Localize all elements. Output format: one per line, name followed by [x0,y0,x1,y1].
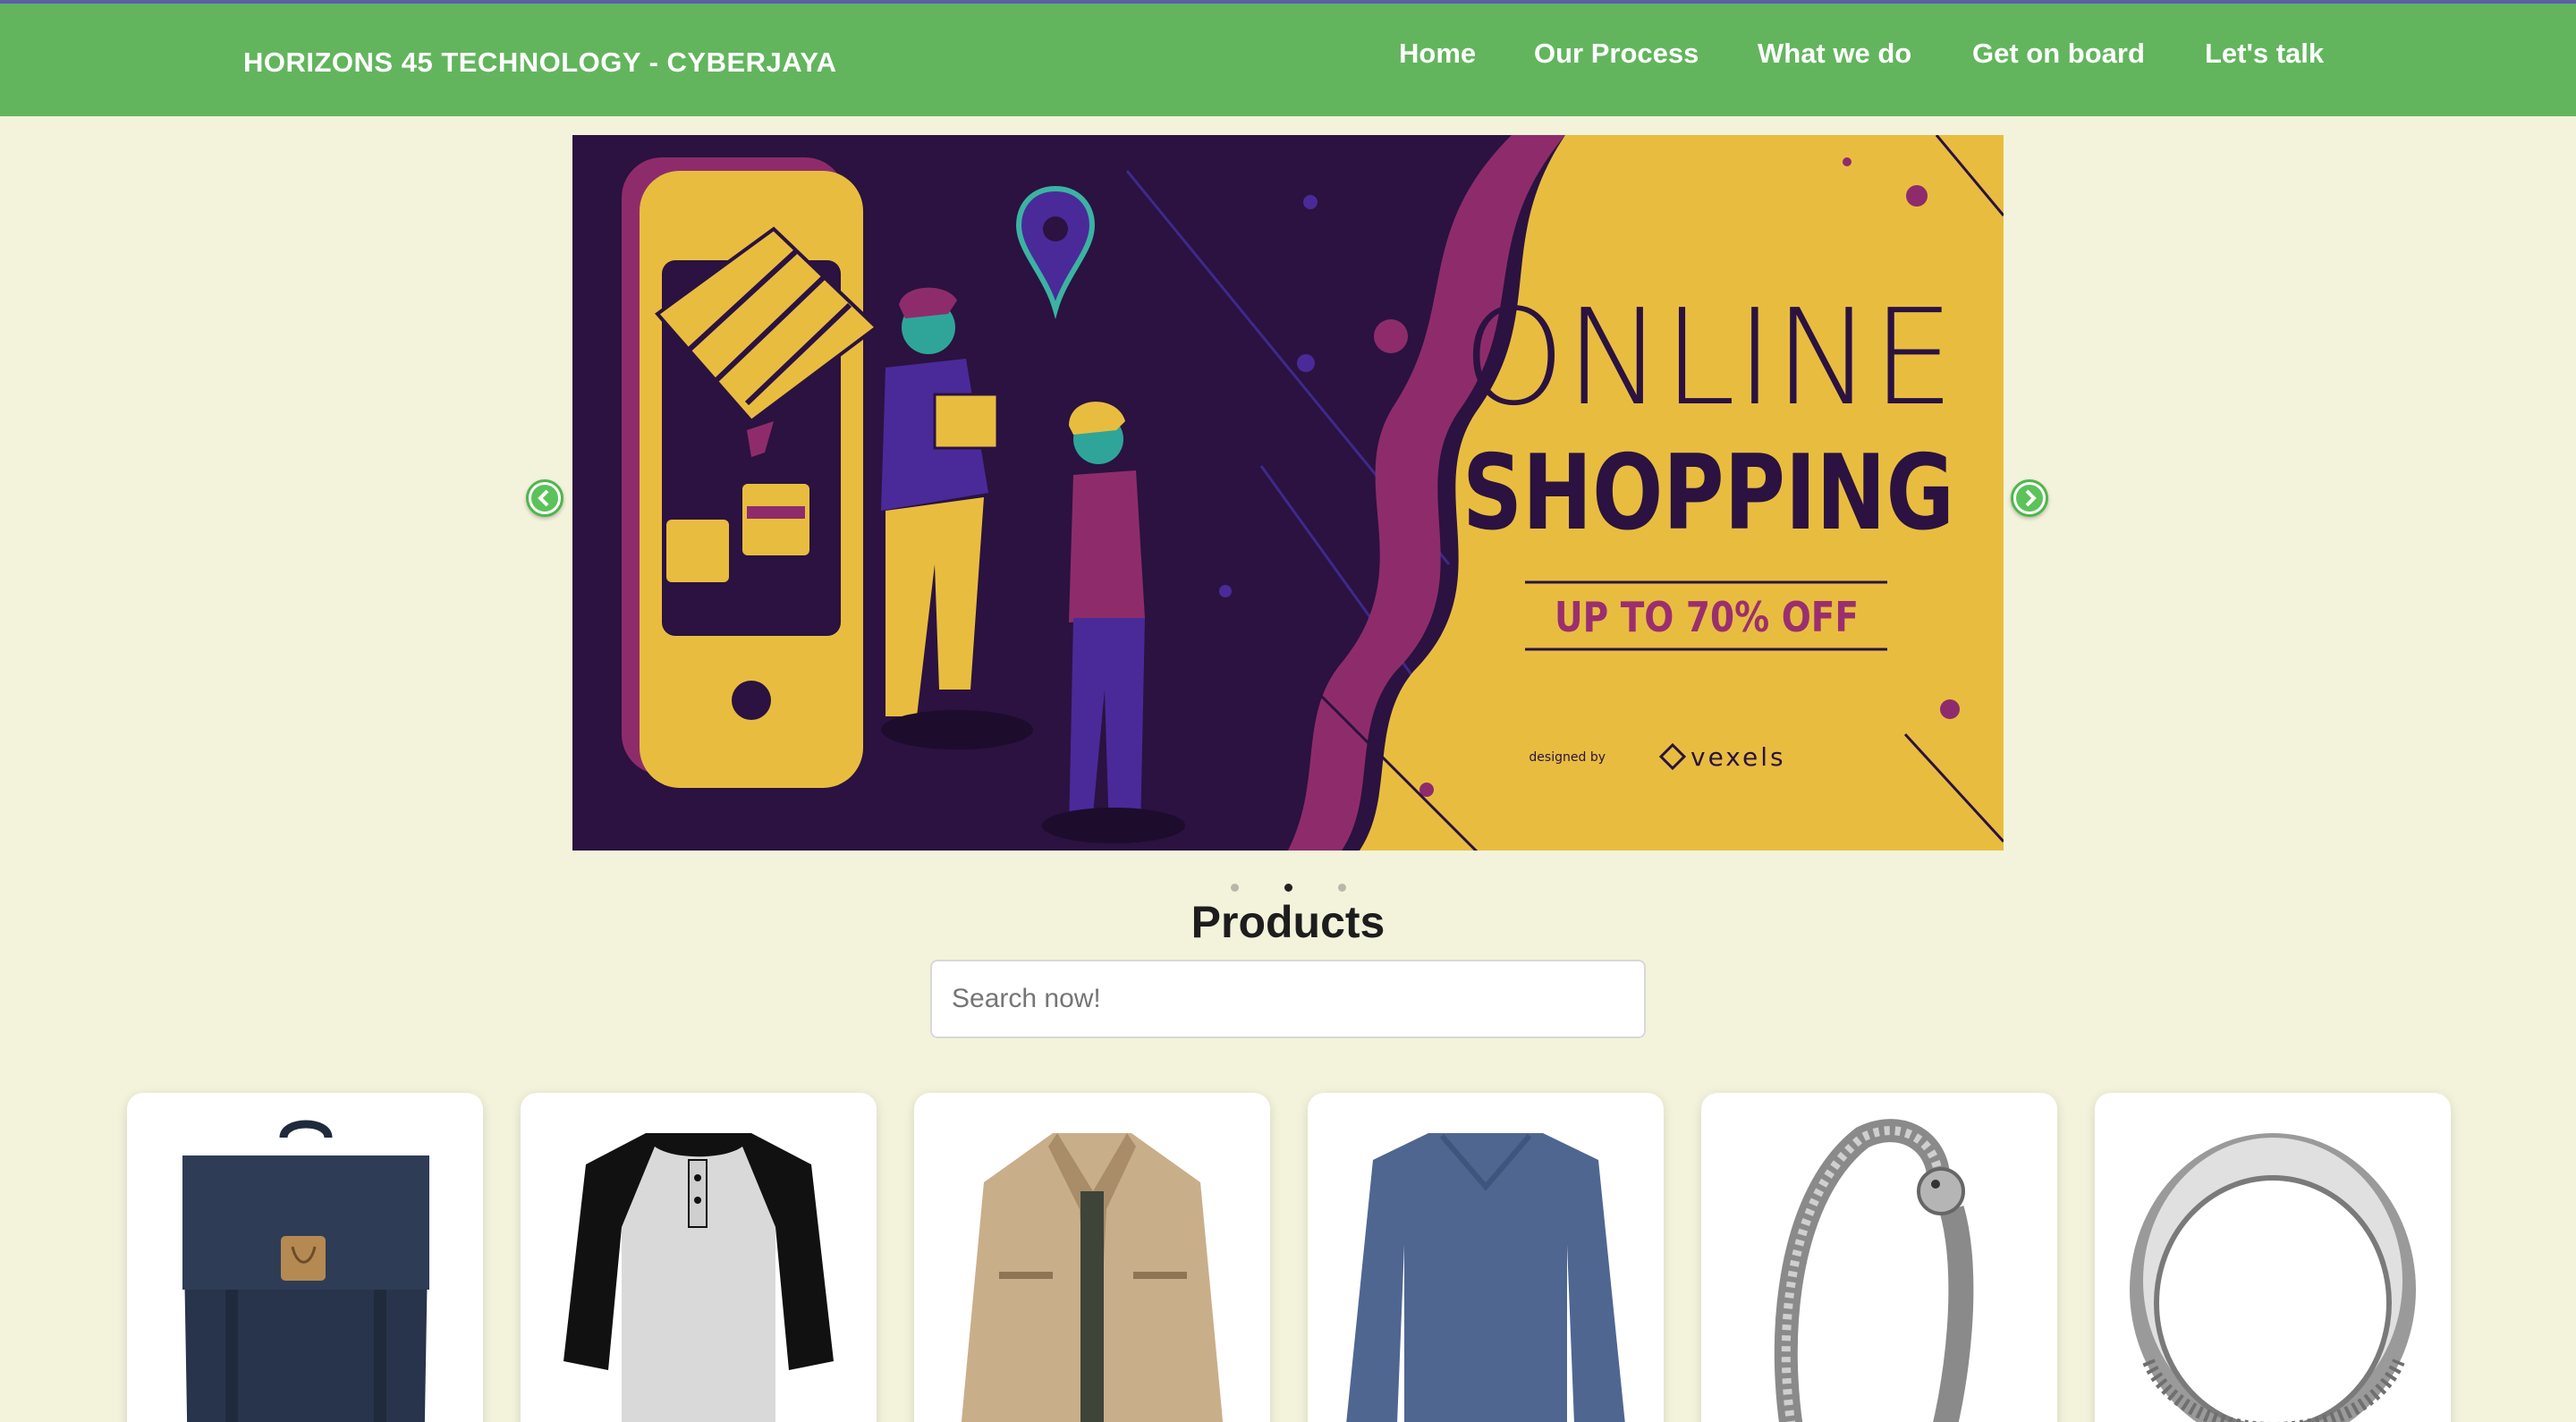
carousel-prev-button[interactable] [526,479,564,517]
products-heading: Products [1191,897,1385,947]
banner-headline-line1: ONLINE [1462,281,1954,435]
product-card-dragon-bracelet[interactable] [1701,1093,2057,1422]
product-card-silver-ring[interactable] [2095,1093,2451,1422]
product-card-long-sleeve-shirt[interactable] [1308,1093,1664,1422]
online-shopping-illustration: ONLINE SHOPPING UP TO 70% OFF designed b… [572,135,2004,851]
product-card-backpack[interactable] [127,1093,483,1422]
carousel-next-button[interactable] [2011,479,2048,517]
product-card-raglan-shirt[interactable] [521,1093,877,1422]
banner-headline-line2: SHOPPING [1462,433,1954,554]
carousel-indicator-3[interactable] [1338,884,1346,892]
silver-ring-image [2130,1133,2416,1422]
jacket-image [961,1133,1224,1422]
nav-home[interactable]: Home [1399,38,1476,70]
carousel-indicator-2[interactable] [1284,884,1292,892]
backpack-image [182,1120,429,1422]
nav-what-we-do[interactable]: What we do [1758,38,1911,70]
banner-offer: UP TO 70% OFF [1555,593,1859,641]
raglan-shirt-image [564,1133,834,1422]
carousel-slide: ONLINE SHOPPING UP TO 70% OFF designed b… [572,135,2004,851]
nav-get-on-board[interactable]: Get on board [1972,38,2145,70]
top-navbar: HORIZONS 45 TECHNOLOGY - CYBERJAYA Home … [0,0,2576,116]
chevron-left-icon [531,485,558,512]
nav-lets-talk[interactable]: Let's talk [2205,38,2324,70]
product-search-input[interactable] [930,960,1646,1038]
nav-our-process[interactable]: Our Process [1534,38,1699,70]
chevron-right-icon [2016,485,2043,512]
dragon-bracelet-image [1774,1119,1974,1422]
brand-title[interactable]: HORIZONS 45 TECHNOLOGY - CYBERJAYA [243,47,837,79]
long-sleeve-shirt-image [1346,1133,1625,1422]
carousel-indicator-1[interactable] [1231,884,1239,892]
banner-credit-prefix: designed by [1529,750,1606,765]
banner-credit-brand: vexels [1690,742,1786,772]
product-card-jacket[interactable] [914,1093,1270,1422]
